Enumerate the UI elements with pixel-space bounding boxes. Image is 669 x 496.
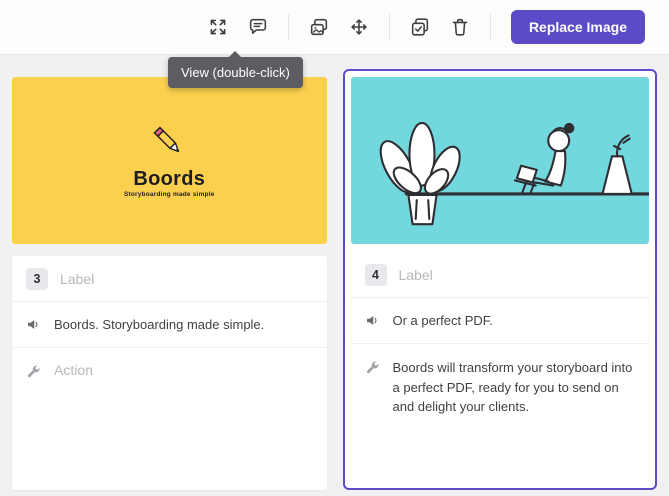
swap-image-button[interactable] <box>302 10 336 44</box>
pencil-icon <box>150 123 188 166</box>
toolbar: Replace Image <box>0 0 669 55</box>
frame-number-badge: 3 <box>26 267 48 290</box>
toolbar-separator <box>287 14 289 40</box>
move-frame-button[interactable] <box>342 10 376 44</box>
frame-3-dialogue-field[interactable]: Boords. Storyboarding made simple. <box>12 302 327 348</box>
label-placeholder: Label <box>398 266 433 283</box>
illustration-person-laptop-plants <box>351 77 649 244</box>
frame-3-image[interactable]: Boords Storyboarding made simple <box>12 77 327 244</box>
action-wrench-icon <box>365 360 381 375</box>
action-wrench-icon <box>26 364 42 379</box>
toolbar-separator <box>388 14 390 40</box>
speaker-icon <box>365 313 381 328</box>
duplicate-check-icon <box>409 16 431 38</box>
speaker-icon <box>26 317 42 332</box>
trash-icon <box>449 16 471 38</box>
boords-logo-subtitle: Storyboarding made simple <box>123 191 215 198</box>
boords-logo: Boords Storyboarding made simple <box>12 77 327 244</box>
frame-4-dialogue-field[interactable]: Or a perfect PDF. <box>350 298 649 344</box>
frame-3-label-field[interactable]: 3 Label <box>12 256 327 302</box>
frame-4-label-field[interactable]: 4 Label <box>350 252 649 298</box>
move-icon <box>348 16 370 38</box>
frame-4-image[interactable] <box>350 77 649 244</box>
frame-3-action-field[interactable]: Action <box>12 348 327 490</box>
toolbar-separator <box>489 14 491 40</box>
view-button[interactable] <box>201 10 235 44</box>
comment-button[interactable] <box>241 10 275 44</box>
action-text: Boords will transform your storyboard in… <box>392 360 633 414</box>
storyboard-grid: Boords Storyboarding made simple 3 Label… <box>0 55 669 496</box>
dialogue-text: Boords. Storyboarding made simple. <box>54 316 265 332</box>
duplicate-frame-button[interactable] <box>403 10 437 44</box>
comment-icon <box>247 16 269 38</box>
label-placeholder: Label <box>60 270 95 287</box>
view-tooltip: View (double-click) <box>168 57 303 88</box>
view-expand-icon <box>207 16 229 38</box>
boords-logo-title: Boords <box>133 168 206 190</box>
dialogue-text: Or a perfect PDF. <box>392 312 493 328</box>
tooltip-text: View (double-click) <box>181 65 290 80</box>
frame-4-fields: 4 Label Or a perfect PDF. Boords will tr… <box>350 252 650 482</box>
frame-number-badge: 4 <box>364 263 387 286</box>
frame-4-action-field[interactable]: Boords will transform your storyboard in… <box>351 344 650 482</box>
action-placeholder: Action <box>54 362 93 378</box>
frame-3: Boords Storyboarding made simple 3 Label… <box>12 69 327 490</box>
swap-image-icon <box>308 16 330 38</box>
replace-image-button[interactable]: Replace Image <box>510 10 645 44</box>
frame-3-fields: 3 Label Boords. Storyboarding made simpl… <box>12 256 327 490</box>
delete-frame-button[interactable] <box>443 10 477 44</box>
frame-4: 4 Label Or a perfect PDF. Boords will tr… <box>342 69 657 490</box>
